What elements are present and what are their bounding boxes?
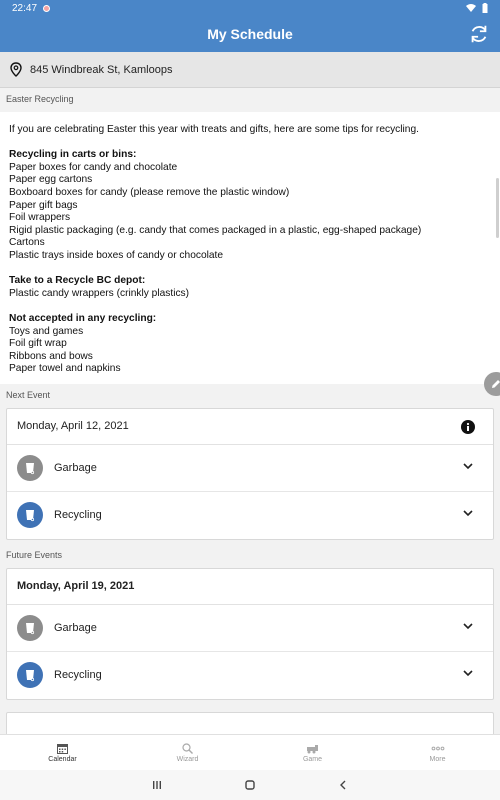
address-bar[interactable]: 845 Windbreak St, Kamloops — [0, 52, 500, 88]
location-pin-icon — [10, 62, 22, 77]
notice-group-heading: Take to a Recycle BC depot: — [9, 275, 146, 287]
event-name: Garbage — [54, 461, 97, 474]
next-event-card: Monday, April 12, 2021 Garbage Recycling — [6, 407, 494, 540]
nav-more[interactable]: More — [375, 735, 500, 770]
page-title: My Schedule — [207, 26, 293, 42]
main-content[interactable]: 845 Windbreak St, Kamloops Easter Recycl… — [0, 52, 500, 734]
calendar-icon — [57, 743, 68, 754]
event-row-recycling[interactable]: Recycling — [7, 652, 493, 699]
nav-calendar[interactable]: Calendar — [0, 735, 125, 770]
chevron-down-icon[interactable] — [463, 510, 473, 517]
bottom-nav: Calendar Wizard Game More — [0, 734, 500, 770]
nav-wizard[interactable]: Wizard — [125, 735, 250, 770]
notice-item: Foil gift wrap — [9, 338, 67, 350]
recycling-cart-icon — [17, 662, 43, 689]
nav-label: Wizard — [176, 755, 199, 763]
chevron-down-icon[interactable] — [463, 623, 473, 630]
notice-item: Toys and games — [9, 325, 84, 337]
notice-item: Paper boxes for candy and chocolate — [9, 161, 178, 173]
chevron-down-icon[interactable] — [463, 670, 473, 677]
game-icon — [306, 744, 318, 753]
event-row-garbage[interactable]: Garbage — [7, 605, 493, 652]
notice-intro: If you are celebrating Easter this year … — [9, 124, 419, 135]
next-event-date-row: Monday, April 12, 2021 — [7, 409, 493, 445]
event-date: Monday, April 19, 2021 — [17, 580, 135, 593]
search-icon — [182, 742, 193, 754]
recycling-cart-icon — [17, 502, 43, 529]
future-events-label: Future Events — [6, 549, 63, 560]
wifi-icon — [466, 4, 476, 12]
info-icon[interactable] — [461, 419, 475, 434]
nav-label: More — [429, 755, 446, 763]
event-name: Recycling — [54, 509, 102, 522]
notification-icon — [43, 4, 51, 12]
easter-recycling-notice: If you are celebrating Easter this year … — [0, 112, 500, 384]
back-icon[interactable] — [337, 779, 349, 791]
notice-item: Paper egg cartons — [9, 174, 93, 186]
notice-item: Boxboard boxes for candy (please remove … — [9, 186, 290, 198]
home-icon[interactable] — [244, 779, 256, 791]
notice-item: Paper gift bags — [9, 199, 78, 211]
next-event-label: Next Event — [6, 389, 51, 400]
event-row-garbage[interactable]: Garbage — [7, 445, 493, 492]
pencil-icon — [492, 380, 500, 388]
scrollbar[interactable] — [496, 178, 499, 238]
notice-label: Easter Recycling — [6, 94, 74, 104]
next-card-partial — [6, 711, 494, 734]
notice-item: Foil wrappers — [9, 212, 71, 224]
notice-item: Cartons — [9, 237, 45, 249]
event-row-recycling[interactable]: Recycling — [7, 492, 493, 539]
event-name: Garbage — [54, 621, 97, 634]
recent-apps-icon[interactable] — [151, 779, 163, 791]
event-date: Monday, April 12, 2021 — [17, 420, 129, 433]
notice-group-heading: Recycling in carts or bins: — [9, 149, 137, 161]
system-navigation-bar — [0, 770, 500, 800]
chevron-down-icon[interactable] — [463, 463, 473, 470]
status-time: 22:47 — [12, 2, 38, 14]
notice-item: Plastic candy wrappers (crinkly plastics… — [9, 287, 190, 299]
garbage-cart-icon — [17, 454, 43, 481]
nav-label: Calendar — [48, 755, 77, 763]
notice-item: Ribbons and bows — [9, 350, 93, 362]
notice-item: Paper towel and napkins — [9, 363, 121, 375]
event-name: Recycling — [54, 669, 102, 682]
notice-item: Plastic trays inside boxes of candy or c… — [9, 249, 224, 261]
nav-game[interactable]: Game — [250, 735, 375, 770]
more-icon — [431, 746, 444, 750]
future-event-date-row: Monday, April 19, 2021 — [7, 569, 493, 605]
address-text: 845 Windbreak St, Kamloops — [30, 63, 173, 76]
app-bar: My Schedule — [0, 16, 500, 52]
nav-label: Game — [302, 755, 323, 763]
notice-group-heading: Not accepted in any recycling: — [9, 312, 157, 324]
battery-icon — [482, 3, 488, 13]
status-bar: 22:47 — [0, 0, 500, 16]
notice-item: Rigid plastic packaging (e.g. candy that… — [9, 224, 422, 236]
garbage-cart-icon — [17, 614, 43, 641]
refresh-icon[interactable] — [468, 23, 490, 45]
future-event-card: Monday, April 19, 2021 Garbage Recycling — [6, 567, 494, 700]
